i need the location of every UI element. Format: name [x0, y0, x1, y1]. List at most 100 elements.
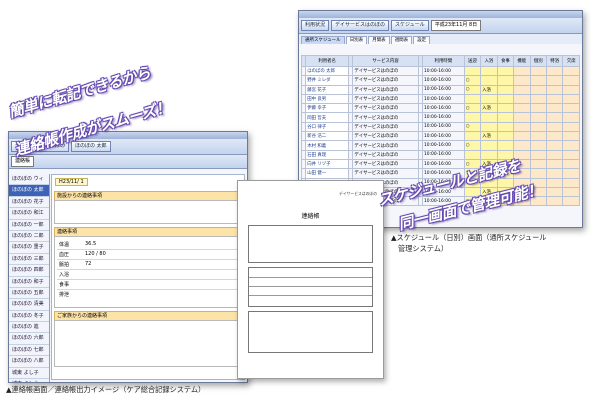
sidebar-item-user[interactable]: ほのぼの 和子	[9, 277, 49, 288]
sidebar-item-user[interactable]: ほのぼの 進	[9, 322, 49, 334]
care-form: H23/11/ 1 施設からの連絡事項 連絡事項 体温 36.5 血圧 120 …	[51, 174, 245, 380]
table-cell: デイサービスはのぼの	[352, 168, 419, 179]
table-cell: 10:00-16:00	[421, 93, 465, 105]
table-row[interactable]: 谷口 律子 デイサービスはのぼの 10:00-16:00 ○	[300, 121, 580, 133]
care-subtoolbar: 連絡帳	[9, 155, 247, 169]
table-row[interactable]: 石田 真理 デイサービスはのぼの 10:00-16:00	[300, 149, 580, 160]
table-cell: 山田 健一	[305, 168, 350, 179]
vital-label-excretion: 排泄	[59, 292, 70, 298]
table-cell: ○	[463, 84, 482, 95]
sidebar-item-user[interactable]: ほのぼの 六郎	[9, 333, 49, 345]
table-cell: 10:00-16:00	[421, 112, 465, 123]
caption-schedule-line1: ▲スケジュール（日別）画面（通所スケジュール	[391, 233, 547, 242]
table-cell	[513, 84, 531, 95]
vital-value-bp[interactable]: 120 / 80	[85, 251, 106, 257]
tab-weekly[interactable]: 週間表	[390, 36, 413, 44]
table-cell	[562, 149, 580, 160]
table-cell	[529, 112, 547, 123]
table-cell	[480, 65, 498, 77]
table-cell	[480, 112, 498, 123]
table-cell	[545, 168, 564, 179]
family-notes-box[interactable]	[54, 320, 242, 367]
table-row[interactable]: 岡田 哲夫 デイサービスはのぼの 10:00-16:00	[300, 112, 580, 123]
table-cell	[562, 177, 580, 188]
schedule-column-header: 個別	[529, 55, 547, 67]
schedule-column-header: 入浴	[480, 55, 498, 67]
sidebar-item-user[interactable]: ほのぼの 三郎	[9, 254, 49, 266]
sidebar-item-user[interactable]: ほのぼの 一郎	[9, 220, 49, 231]
schedule-tabs: 通所スケジュール 日別表 月間表 週間表 設定	[299, 34, 582, 44]
schedule-column-header: 送迎	[463, 55, 482, 67]
sidebar-item-user[interactable]: ほのぼの 花子	[9, 197, 49, 209]
toolbar-button-status[interactable]: 利用状況	[301, 20, 330, 31]
table-cell	[529, 103, 547, 114]
vital-label-pulse: 脈拍	[59, 262, 70, 268]
vital-label-temp: 体温	[59, 242, 70, 248]
table-row[interactable]: 藤宮 花子 デイサービスはのぼの 10:00-16:00 ○ 入浴	[300, 84, 580, 95]
table-row[interactable]: 野井 ミレダ デイサービスはのぼの 10:00-16:00 ○	[300, 75, 580, 86]
table-cell: デイサービスはのぼの	[352, 93, 419, 105]
sidebar-item-user[interactable]: ほのぼの 五郎	[9, 288, 49, 300]
table-row[interactable]: 田中 良男 デイサービスはのぼの 10:00-16:00	[300, 93, 580, 105]
table-row[interactable]: ほのぼの 太郎 デイサービスはのぼの 10:00-16:00	[300, 65, 580, 77]
table-cell	[545, 93, 564, 105]
table-cell	[562, 131, 580, 142]
tab-daily[interactable]: 日別表	[345, 36, 368, 44]
date-select[interactable]: 平成23年11月 8日	[430, 20, 482, 31]
facility-notes-box[interactable]	[54, 200, 242, 224]
user-sidebar: ほのぼの ウィ ほのぼの 太郎 ほのぼの 花子 ほのぼの 和江 ほのぼの 一郎 ほのぼの …	[9, 174, 50, 382]
caption-care: ▲連絡帳画面／連絡帳出力イメージ（ケア総合記録システム）	[6, 385, 206, 394]
tab-settings[interactable]: 設定	[413, 36, 431, 44]
table-cell: ○	[463, 140, 482, 151]
table-cell	[513, 112, 531, 123]
sidebar-item-user[interactable]: ほのぼの 重子	[9, 242, 49, 254]
table-cell	[529, 149, 547, 160]
sidebar-item-user[interactable]: 城東 よし子	[9, 368, 49, 380]
toolbar-button-facility[interactable]: デイサービスはのぼの	[331, 20, 390, 31]
sidebar-item-user[interactable]: 城東 よしえ	[9, 379, 49, 382]
table-cell	[496, 84, 515, 95]
sidebar-item-user[interactable]: ほのぼの 二郎	[9, 231, 49, 243]
table-cell: デイサービスはのぼの	[352, 103, 419, 114]
sidebar-item-user[interactable]: ほのぼの 七郎	[9, 345, 49, 357]
table-cell	[496, 112, 515, 123]
table-cell: 10:00-16:00	[421, 158, 465, 170]
table-cell: 石田 真理	[305, 149, 350, 160]
sidebar-item-user[interactable]: ほのぼの ウィ	[9, 174, 49, 186]
sidebar-item-user[interactable]: ほのぼの 八郎	[9, 356, 49, 368]
sidebar-item-user[interactable]: ほのぼの 冬子	[9, 311, 49, 323]
vital-value-temp[interactable]: 36.5	[85, 241, 96, 247]
table-cell	[545, 84, 564, 95]
table-cell	[480, 75, 498, 86]
table-cell: 10:00-16:00	[421, 149, 465, 160]
table-cell: 藤宮 花子	[305, 84, 350, 95]
vital-value-pulse[interactable]: 72	[85, 261, 91, 267]
table-cell	[463, 65, 482, 77]
table-cell: デイサービスはのぼの	[352, 149, 419, 160]
sidebar-item-user[interactable]: ほのぼの 清美	[9, 299, 49, 311]
table-cell	[496, 93, 515, 105]
table-cell: 10:00-16:00	[421, 131, 465, 142]
table-cell	[545, 103, 564, 114]
tab-schedule[interactable]: 通所スケジュール	[301, 36, 345, 44]
table-cell	[496, 140, 515, 151]
table-row[interactable]: 向井 リヅ子 デイサービスはのぼの 10:00-16:00 ○ 入浴	[300, 158, 580, 170]
table-cell: デイサービスはのぼの	[352, 140, 419, 151]
date-field[interactable]: H23/11/ 1	[55, 178, 88, 186]
table-cell	[496, 65, 515, 77]
table-cell: ○	[463, 121, 482, 133]
table-cell	[545, 121, 564, 133]
table-cell	[562, 93, 580, 105]
sidebar-item-user[interactable]: ほのぼの 四郎	[9, 265, 49, 277]
table-cell	[513, 93, 531, 105]
table-row[interactable]: 木村 和義 デイサービスはのぼの 10:00-16:00 ○	[300, 140, 580, 151]
table-row[interactable]: 新谷 浩二 デイサービスはのぼの 10:00-16:00 入浴	[300, 131, 580, 142]
table-cell	[480, 140, 498, 151]
toolbar-button-schedule[interactable]: スケジュール	[391, 20, 429, 31]
sidebar-item-user[interactable]: ほのぼの 太郎	[9, 185, 49, 197]
table-row[interactable]: 伊藤 幸子 デイサービスはのぼの 10:00-16:00 ○ 入浴	[300, 103, 580, 114]
paper-vitals-box	[248, 267, 373, 307]
sidebar-item-user[interactable]: ほのぼの 和江	[9, 208, 49, 220]
tab-monthly[interactable]: 月間表	[368, 36, 390, 44]
schedule-column-header: 欠席	[562, 55, 580, 67]
